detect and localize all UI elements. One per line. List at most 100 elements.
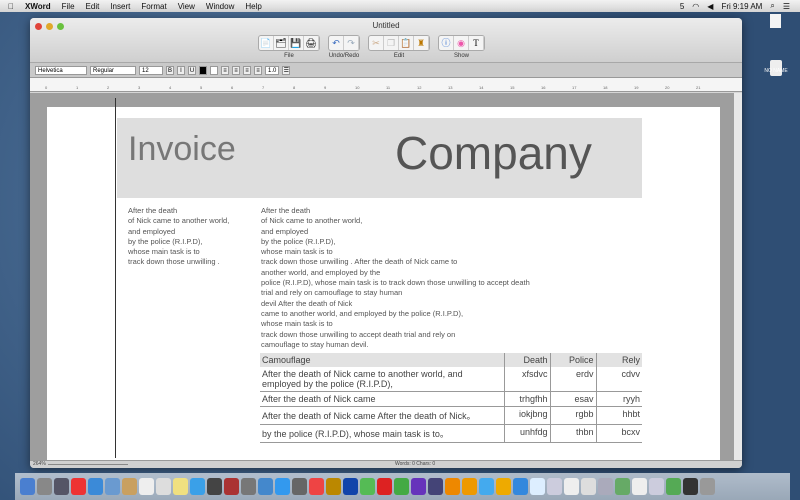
dock-app-icon[interactable] (105, 478, 120, 495)
text-color-button[interactable] (199, 65, 207, 75)
table-cell[interactable]: After the death of Nick came to another … (260, 367, 504, 392)
size-select[interactable]: 12 (139, 65, 163, 75)
status-number[interactable]: 5 (680, 2, 684, 11)
menu-format[interactable]: Format (141, 2, 166, 11)
dock-app-icon[interactable] (122, 478, 137, 495)
align-left-button[interactable]: ≡ (221, 65, 229, 75)
page[interactable]: Invoice Company After the death of Nick … (47, 98, 720, 467)
dock-app-icon[interactable] (428, 478, 443, 495)
dock-app-icon[interactable] (156, 478, 171, 495)
align-center-button[interactable]: ≡ (232, 65, 240, 75)
dock-app-icon[interactable] (207, 478, 222, 495)
new-icon[interactable]: 📄 (259, 36, 274, 50)
dock-app-icon[interactable] (666, 478, 681, 495)
dock-app-icon[interactable] (598, 478, 613, 495)
paste-icon[interactable]: 📋 (399, 36, 414, 50)
open-icon[interactable]: 🗂 (274, 36, 289, 50)
dock-app-icon[interactable] (564, 478, 579, 495)
table-cell[interactable]: iokjbng (503, 406, 550, 425)
spotlight-icon[interactable]: ⌕ (770, 1, 774, 11)
line-spacing-select[interactable]: 1.0 (265, 65, 280, 75)
table-cell[interactable]: rgbb (549, 406, 596, 425)
dock-app-icon[interactable] (71, 478, 86, 495)
table-cell[interactable]: hhbt (595, 406, 642, 425)
dock-app-icon[interactable] (309, 478, 324, 495)
dock-app-icon[interactable] (496, 478, 511, 495)
menu-window[interactable]: Window (206, 2, 234, 11)
table-cell[interactable]: cdvv (595, 367, 642, 392)
table-cell[interactable]: After the death of Nick came After the d… (260, 406, 504, 425)
dock-app-icon[interactable] (360, 478, 375, 495)
table-cell[interactable]: thbn (549, 424, 596, 443)
dock-app-icon[interactable] (581, 478, 596, 495)
notification-icon[interactable]: ☰ (783, 2, 790, 11)
justify-button[interactable]: ≡ (254, 65, 262, 75)
style-select[interactable]: Regular (90, 65, 136, 75)
table-cell[interactable]: bcxv (595, 424, 642, 443)
menu-insert[interactable]: Insert (110, 2, 130, 11)
font-icon[interactable]: T (469, 36, 484, 50)
ruler[interactable]: 0 1 2 3 4 5 6 7 8 9 10 11 12 13 14 15 16 17 18 19 20 21 (30, 78, 742, 92)
table-cell[interactable]: After the death of Nick came (260, 391, 504, 407)
underline-button[interactable]: U (188, 65, 196, 75)
bold-button[interactable]: B (166, 65, 174, 75)
wifi-icon[interactable]: ◠ (692, 2, 699, 11)
zoom-slider[interactable] (48, 464, 128, 465)
dock-app-icon[interactable] (54, 478, 69, 495)
table-cell[interactable]: by the police (R.I.P.D), whose main task… (260, 424, 504, 443)
dock-app-icon[interactable] (37, 478, 52, 495)
table-cell[interactable]: unhfdg (503, 424, 550, 443)
table-cell[interactable]: trhgfhh (503, 391, 550, 407)
align-right-button[interactable]: ≡ (243, 65, 251, 75)
dock-app-icon[interactable] (547, 478, 562, 495)
dock-app-icon[interactable] (377, 478, 392, 495)
color-wheel-icon[interactable]: ◉ (454, 36, 469, 50)
info-icon[interactable]: ⓘ (439, 36, 454, 50)
menu-app[interactable]: XWord (25, 2, 51, 11)
list-button[interactable]: ☰ (282, 65, 291, 75)
dock-app-icon[interactable] (530, 478, 545, 495)
dock-app-icon[interactable] (683, 478, 698, 495)
menu-help[interactable]: Help (245, 2, 261, 11)
dock-app-icon[interactable] (173, 478, 188, 495)
undo-icon[interactable]: ↶ (329, 36, 344, 50)
font-select[interactable]: Helvetica (35, 65, 87, 75)
dock-app-icon[interactable] (258, 478, 273, 495)
dock-app-icon[interactable] (326, 478, 341, 495)
dock-app-icon[interactable] (292, 478, 307, 495)
vertical-scrollbar[interactable] (734, 93, 742, 460)
dock-app-icon[interactable] (479, 478, 494, 495)
dock-app-icon[interactable] (224, 478, 239, 495)
dock-app-icon[interactable] (241, 478, 256, 495)
print-icon[interactable]: 🖨 (304, 36, 319, 50)
dock-app-icon[interactable] (700, 478, 715, 495)
dock-app-icon[interactable] (20, 478, 35, 495)
save-icon[interactable]: 💾 (289, 36, 304, 50)
dock-app-icon[interactable] (275, 478, 290, 495)
copy-icon[interactable]: ❐ (384, 36, 399, 50)
file-icon[interactable] (770, 14, 781, 28)
highlight-button[interactable] (210, 65, 218, 75)
redo-icon[interactable]: ↷ (344, 36, 359, 50)
menu-edit[interactable]: Edit (86, 2, 100, 11)
dock-app-icon[interactable] (513, 478, 528, 495)
italic-button[interactable]: I (177, 65, 185, 75)
table-cell[interactable]: esav (549, 391, 596, 407)
dock-app-icon[interactable] (649, 478, 664, 495)
dock-app-icon[interactable] (615, 478, 630, 495)
dock-app-icon[interactable] (445, 478, 460, 495)
dock-app-icon[interactable] (343, 478, 358, 495)
apple-icon[interactable]:  (8, 2, 14, 11)
dock-app-icon[interactable] (190, 478, 205, 495)
format-brush-icon[interactable]: ♜ (414, 36, 429, 50)
dock-app-icon[interactable] (139, 478, 154, 495)
zoom-level[interactable]: 264% (33, 461, 46, 467)
table-cell[interactable]: xfsdvc (503, 367, 550, 392)
table-cell[interactable]: erdv (549, 367, 596, 392)
dock-app-icon[interactable] (88, 478, 103, 495)
table-cell[interactable]: ryyh (595, 391, 642, 407)
dock-app-icon[interactable] (394, 478, 409, 495)
dock-app-icon[interactable] (632, 478, 647, 495)
dock-app-icon[interactable] (462, 478, 477, 495)
volume-icon[interactable]: ◀ (707, 2, 713, 11)
